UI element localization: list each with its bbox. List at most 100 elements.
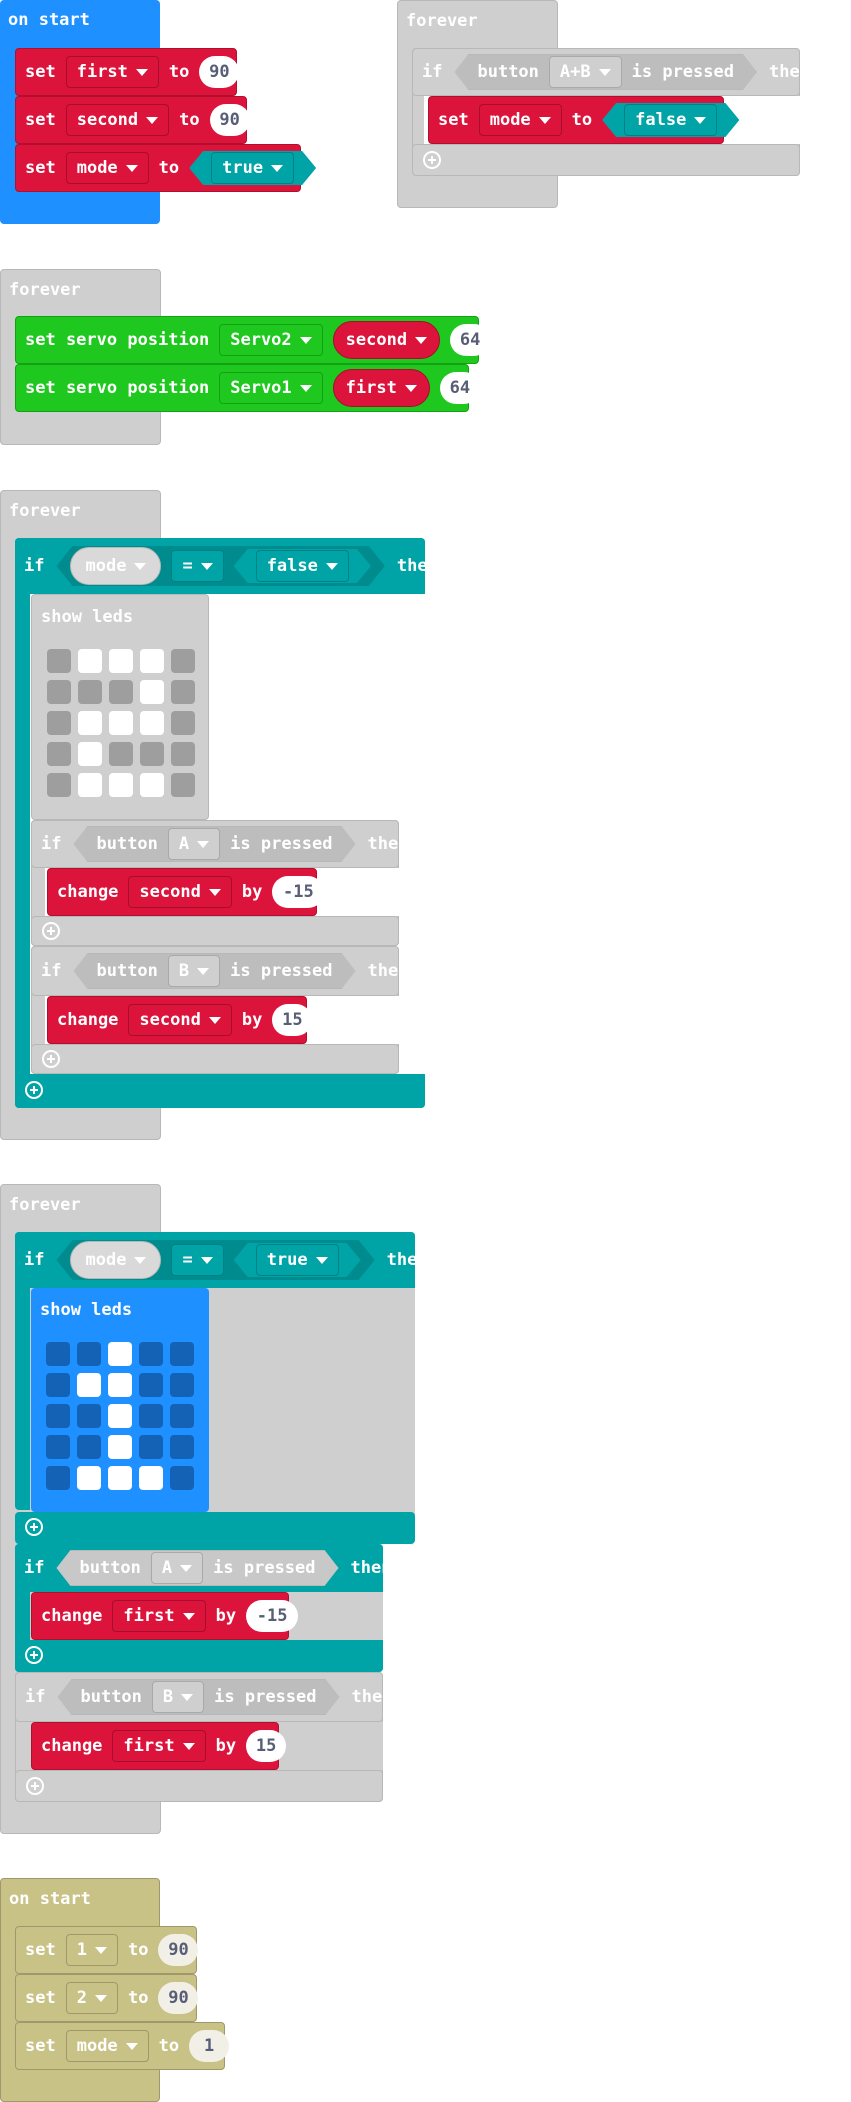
variable-dropdown[interactable]: second — [128, 1004, 232, 1036]
led-cell[interactable] — [77, 1466, 101, 1490]
value-input[interactable]: 64 — [450, 324, 491, 356]
variable-reporter[interactable]: first — [332, 369, 430, 407]
variable-dropdown[interactable]: first — [112, 1600, 206, 1632]
led-cell[interactable] — [47, 649, 71, 673]
variable-dropdown[interactable]: second — [65, 104, 170, 136]
led-cell[interactable] — [140, 711, 164, 735]
boolean-dropdown[interactable]: false — [624, 104, 717, 136]
if-mode-true-header[interactable]: if mode = true then — [15, 1232, 428, 1288]
change-second-block[interactable]: change second by 15 — [47, 996, 313, 1044]
plus-icon[interactable] — [42, 922, 60, 940]
set-mode-false-block[interactable]: set mode to false — [428, 96, 724, 144]
set-2-block[interactable]: set 2 to 90 — [15, 1974, 199, 2022]
value-input[interactable]: 90 — [209, 104, 250, 136]
led-cell[interactable] — [170, 1342, 194, 1366]
led-cell[interactable] — [109, 680, 133, 704]
led-cell[interactable] — [77, 1373, 101, 1397]
set-mode-block[interactable]: set mode to true — [15, 144, 301, 192]
led-cell[interactable] — [171, 742, 195, 766]
set-mode-block[interactable]: set mode to 1 — [15, 2022, 230, 2070]
plus-icon[interactable] — [25, 1646, 43, 1664]
show-leds-block[interactable]: show leds — [31, 594, 209, 820]
set-1-block[interactable]: set 1 to 90 — [15, 1926, 199, 1974]
servo1-block[interactable]: set servo position Servo1 first 64 — [15, 364, 480, 412]
change-first-block[interactable]: change first by 15 — [31, 1722, 287, 1770]
button-pressed-block[interactable]: button A is pressed — [56, 1550, 338, 1586]
servo-dropdown[interactable]: Servo2 — [219, 324, 323, 356]
operator-dropdown[interactable]: = — [171, 550, 223, 582]
variable-dropdown[interactable]: 1 — [65, 1934, 118, 1966]
variable-dropdown[interactable]: 2 — [65, 1982, 118, 2014]
button-pressed-block[interactable]: button B is pressed — [57, 1679, 339, 1715]
led-cell[interactable] — [170, 1435, 194, 1459]
button-pressed-block[interactable]: button A is pressed — [73, 826, 355, 862]
variable-dropdown[interactable]: mode — [478, 104, 562, 136]
led-cell[interactable] — [171, 773, 195, 797]
led-cell[interactable] — [46, 1404, 70, 1428]
led-cell[interactable] — [77, 1342, 101, 1366]
plus-icon[interactable] — [25, 1518, 43, 1536]
button-pressed-block[interactable]: button B is pressed — [73, 953, 355, 989]
led-cell[interactable] — [77, 1435, 101, 1459]
variable-dropdown[interactable]: mode — [65, 2030, 149, 2062]
value-input[interactable]: 90 — [158, 1982, 199, 2014]
led-cell[interactable] — [108, 1466, 132, 1490]
led-cell[interactable] — [47, 773, 71, 797]
led-cell[interactable] — [170, 1466, 194, 1490]
value-input[interactable]: 90 — [158, 1934, 199, 1966]
button-pressed-block[interactable]: button A+B is pressed — [454, 54, 757, 90]
button-dropdown[interactable]: B — [168, 955, 220, 987]
if-button-b-header[interactable]: if button B is pressed then — [31, 946, 408, 996]
variable-dropdown[interactable]: mode — [65, 152, 149, 184]
boolean-false-block[interactable]: false — [602, 103, 739, 137]
compare-block[interactable]: mode = true — [56, 1240, 374, 1280]
boolean-false-block[interactable]: false — [234, 549, 371, 583]
led-cell[interactable] — [170, 1373, 194, 1397]
led-cell[interactable] — [78, 649, 102, 673]
led-cell[interactable] — [108, 1342, 132, 1366]
variable-dropdown[interactable]: first — [112, 1730, 206, 1762]
if-button-a-header[interactable]: if button A is pressed then — [31, 820, 408, 868]
led-cell[interactable] — [139, 1435, 163, 1459]
servo-dropdown[interactable]: Servo1 — [219, 372, 323, 404]
boolean-true-block[interactable]: true — [234, 1243, 361, 1277]
led-cell[interactable] — [109, 742, 133, 766]
value-input[interactable]: 1 — [189, 2030, 230, 2062]
variable-dropdown[interactable]: first — [65, 56, 159, 88]
led-cell[interactable] — [139, 1373, 163, 1397]
plus-icon[interactable] — [42, 1050, 60, 1068]
led-cell[interactable] — [108, 1435, 132, 1459]
led-cell[interactable] — [108, 1373, 132, 1397]
led-cell[interactable] — [78, 773, 102, 797]
led-cell[interactable] — [109, 773, 133, 797]
led-cell[interactable] — [140, 680, 164, 704]
led-cell[interactable] — [46, 1466, 70, 1490]
change-first-block[interactable]: change first by -15 — [31, 1592, 299, 1640]
mode-reporter[interactable]: mode — [70, 1241, 161, 1279]
servo2-block[interactable]: set servo position Servo2 second 64 — [15, 316, 491, 364]
button-dropdown[interactable]: A — [168, 828, 220, 860]
variable-reporter[interactable]: second — [332, 321, 441, 359]
value-input[interactable]: 64 — [439, 372, 480, 404]
compare-block[interactable]: mode = false — [56, 546, 384, 586]
plus-icon[interactable] — [423, 151, 441, 169]
plus-icon[interactable] — [25, 1081, 43, 1099]
change-second-block[interactable]: change second by -15 — [47, 868, 325, 916]
set-first-block[interactable]: set first to 90 — [15, 48, 240, 96]
boolean-true-block[interactable]: true — [189, 151, 316, 185]
led-cell[interactable] — [109, 711, 133, 735]
led-cell[interactable] — [78, 742, 102, 766]
led-cell[interactable] — [171, 649, 195, 673]
led-cell[interactable] — [46, 1435, 70, 1459]
value-input[interactable]: -15 — [272, 876, 325, 908]
variable-dropdown[interactable]: second — [128, 876, 232, 908]
led-cell[interactable] — [109, 649, 133, 673]
boolean-dropdown[interactable]: true — [256, 1244, 339, 1276]
led-cell[interactable] — [78, 680, 102, 704]
led-cell[interactable] — [139, 1404, 163, 1428]
led-cell[interactable] — [46, 1342, 70, 1366]
led-cell[interactable] — [140, 773, 164, 797]
value-input[interactable]: 15 — [272, 1004, 313, 1036]
led-cell[interactable] — [140, 649, 164, 673]
led-cell[interactable] — [170, 1404, 194, 1428]
